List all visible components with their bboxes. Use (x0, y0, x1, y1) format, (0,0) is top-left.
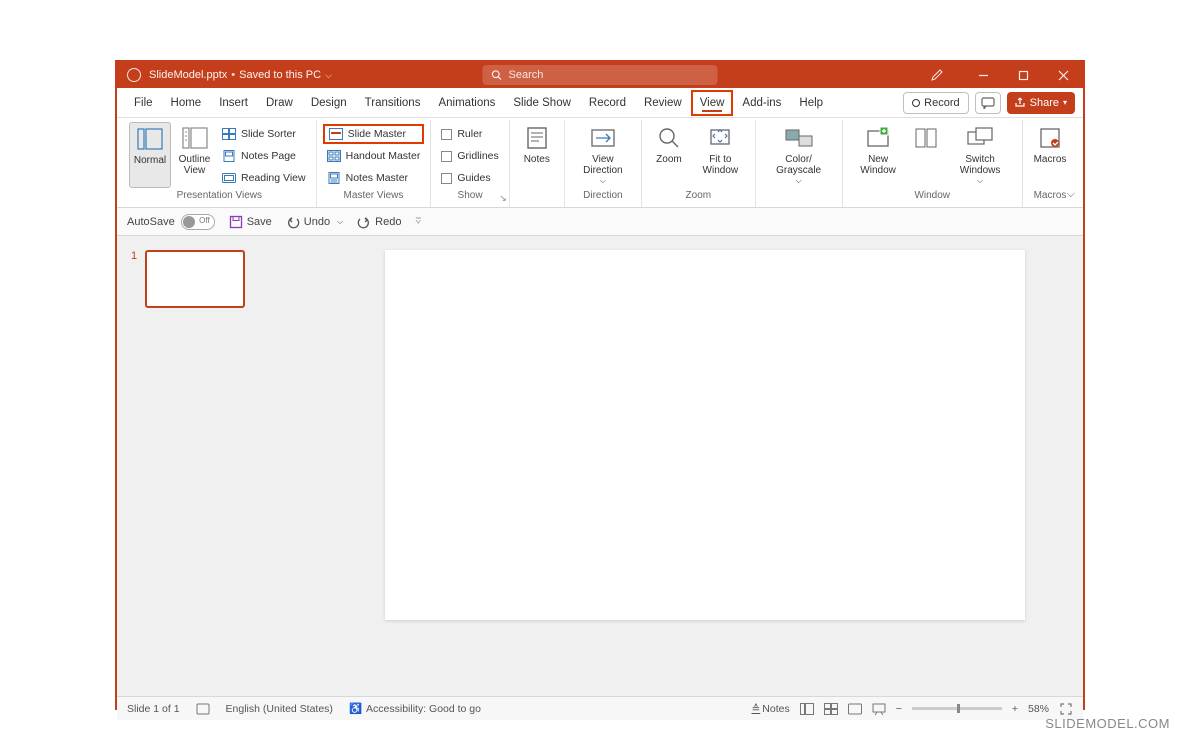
show-launcher-icon[interactable]: ↘ (499, 193, 507, 204)
group-presentation-views: Normal Outline View Slide Sorter Notes P… (123, 120, 317, 207)
zoom-out-button[interactable]: − (896, 703, 902, 715)
comments-button[interactable] (975, 92, 1001, 114)
group-master-views: Slide Master Handout Master Notes Master… (317, 120, 432, 207)
close-button[interactable] (1043, 62, 1083, 88)
gridlines-checkbox[interactable]: Gridlines (437, 146, 502, 166)
notes-page-button[interactable]: Notes Page (218, 146, 310, 166)
group-show: Ruler Gridlines Guides Show ↘ (431, 120, 509, 207)
undo-icon (286, 215, 300, 229)
slide-thumbnail-1[interactable]: 1 (131, 250, 313, 308)
workspace: 1 (117, 236, 1083, 696)
spellcheck-icon[interactable] (196, 702, 210, 716)
switch-windows-button[interactable]: Switch Windows⌵ (944, 122, 1016, 188)
zoom-percent[interactable]: 58% (1028, 703, 1049, 715)
slide-number: 1 (131, 250, 137, 308)
titlebar: SlideModel.pptx • Saved to this PC ⌵ Sea… (117, 62, 1083, 88)
slide-sorter-icon[interactable] (824, 702, 838, 716)
tab-transitions[interactable]: Transitions (356, 88, 430, 118)
tab-help[interactable]: Help (790, 88, 832, 118)
macros-button[interactable]: Macros (1029, 122, 1071, 188)
tab-view[interactable]: View (691, 90, 734, 116)
tab-insert[interactable]: Insert (210, 88, 257, 118)
save-icon (229, 215, 243, 229)
app-window: SlideModel.pptx • Saved to this PC ⌵ Sea… (115, 60, 1085, 710)
record-button[interactable]: Record (903, 92, 968, 114)
record-icon (912, 99, 920, 107)
notes-master-button[interactable]: Notes Master (323, 168, 425, 188)
ribbon-tabs: File Home Insert Draw Design Transitions… (117, 88, 1083, 118)
notes-toggle[interactable]: ≙Notes (751, 703, 789, 715)
chevron-down-icon: ▾ (1063, 98, 1067, 107)
redo-icon (357, 215, 371, 229)
zoom-in-button[interactable]: + (1012, 703, 1018, 715)
language-button[interactable]: English (United States) (226, 703, 333, 715)
minimize-button[interactable] (963, 62, 1003, 88)
slide-master-button[interactable]: Slide Master (323, 124, 425, 144)
maximize-button[interactable] (1003, 62, 1043, 88)
fit-to-window-button[interactable]: Fit to Window (692, 122, 749, 188)
autosave-toggle[interactable]: AutoSave (127, 214, 215, 230)
fit-slide-icon[interactable] (1059, 702, 1073, 716)
zoom-button[interactable]: Zoom (648, 122, 690, 188)
collapse-ribbon-button[interactable]: ⌵ (1067, 188, 1075, 201)
guides-checkbox[interactable]: Guides (437, 168, 502, 188)
handout-master-button[interactable]: Handout Master (323, 146, 425, 166)
undo-button[interactable]: Undo⌵ (286, 215, 343, 229)
quick-access-toolbar: AutoSave Save Undo⌵ Redo ⩢ (117, 208, 1083, 236)
arrange-all-button[interactable] (910, 122, 943, 188)
tab-record[interactable]: Record (580, 88, 635, 118)
watermark: SLIDEMODEL.COM (1045, 716, 1170, 731)
slide-editor[interactable] (327, 236, 1083, 696)
normal-view-button[interactable]: Normal (129, 122, 171, 188)
color-grayscale-button[interactable]: Color/ Grayscale⌵ (762, 122, 836, 188)
window-controls (917, 62, 1083, 88)
tab-animations[interactable]: Animations (429, 88, 504, 118)
share-icon (1015, 97, 1026, 108)
zoom-slider[interactable] (912, 707, 1002, 710)
tab-slide-show[interactable]: Slide Show (504, 88, 580, 118)
slide-sorter-button[interactable]: Slide Sorter (218, 124, 310, 144)
accessibility-button[interactable]: ♿Accessibility: Good to go (349, 702, 481, 715)
slide-counter[interactable]: Slide 1 of 1 (127, 703, 180, 715)
search-placeholder: Search (509, 69, 544, 81)
statusbar: Slide 1 of 1 English (United States) ♿Ac… (117, 696, 1083, 720)
outline-view-button[interactable]: Outline View (173, 122, 216, 188)
slide-canvas[interactable] (385, 250, 1025, 620)
separator-dot: • (231, 69, 235, 81)
chevron-down-icon[interactable]: ⌵ (325, 70, 332, 81)
search-icon (491, 69, 503, 81)
group-notes: Notes (510, 120, 565, 207)
tab-draw[interactable]: Draw (257, 88, 302, 118)
search-input[interactable]: Search (483, 65, 718, 85)
redo-button[interactable]: Redo (357, 215, 401, 229)
share-button[interactable]: Share▾ (1007, 92, 1075, 114)
save-status[interactable]: Saved to this PC (239, 69, 321, 81)
notes-button[interactable]: Notes (516, 122, 558, 188)
reading-view-button[interactable]: Reading View (218, 168, 310, 188)
tab-design[interactable]: Design (302, 88, 356, 118)
new-window-button[interactable]: New Window (849, 122, 908, 188)
group-zoom: Zoom Fit to Window Zoom (642, 120, 756, 207)
tab-home[interactable]: Home (162, 88, 211, 118)
slideshow-icon[interactable] (872, 702, 886, 716)
thumbnail-preview (145, 250, 245, 308)
save-button[interactable]: Save (229, 215, 272, 229)
powerpoint-icon (127, 68, 141, 82)
tab-addins[interactable]: Add-ins (733, 88, 790, 118)
toggle-off-icon (181, 214, 215, 230)
pencil-icon[interactable] (917, 62, 957, 88)
normal-view-icon[interactable] (800, 702, 814, 716)
thumbnail-pane[interactable]: 1 (117, 236, 327, 696)
tab-file[interactable]: File (125, 88, 162, 118)
ribbon: Normal Outline View Slide Sorter Notes P… (117, 118, 1083, 208)
group-direction: View Direction⌵ Direction (565, 120, 642, 207)
ruler-checkbox[interactable]: Ruler (437, 124, 502, 144)
file-name: SlideModel.pptx (149, 69, 227, 81)
group-window: New Window Switch Windows⌵ Window (843, 120, 1024, 207)
reading-view-icon[interactable] (848, 702, 862, 716)
tab-review[interactable]: Review (635, 88, 691, 118)
qat-customize-icon[interactable]: ⩢ (415, 216, 420, 227)
group-color: Color/ Grayscale⌵ (756, 120, 843, 207)
view-direction-button[interactable]: View Direction⌵ (571, 122, 635, 188)
